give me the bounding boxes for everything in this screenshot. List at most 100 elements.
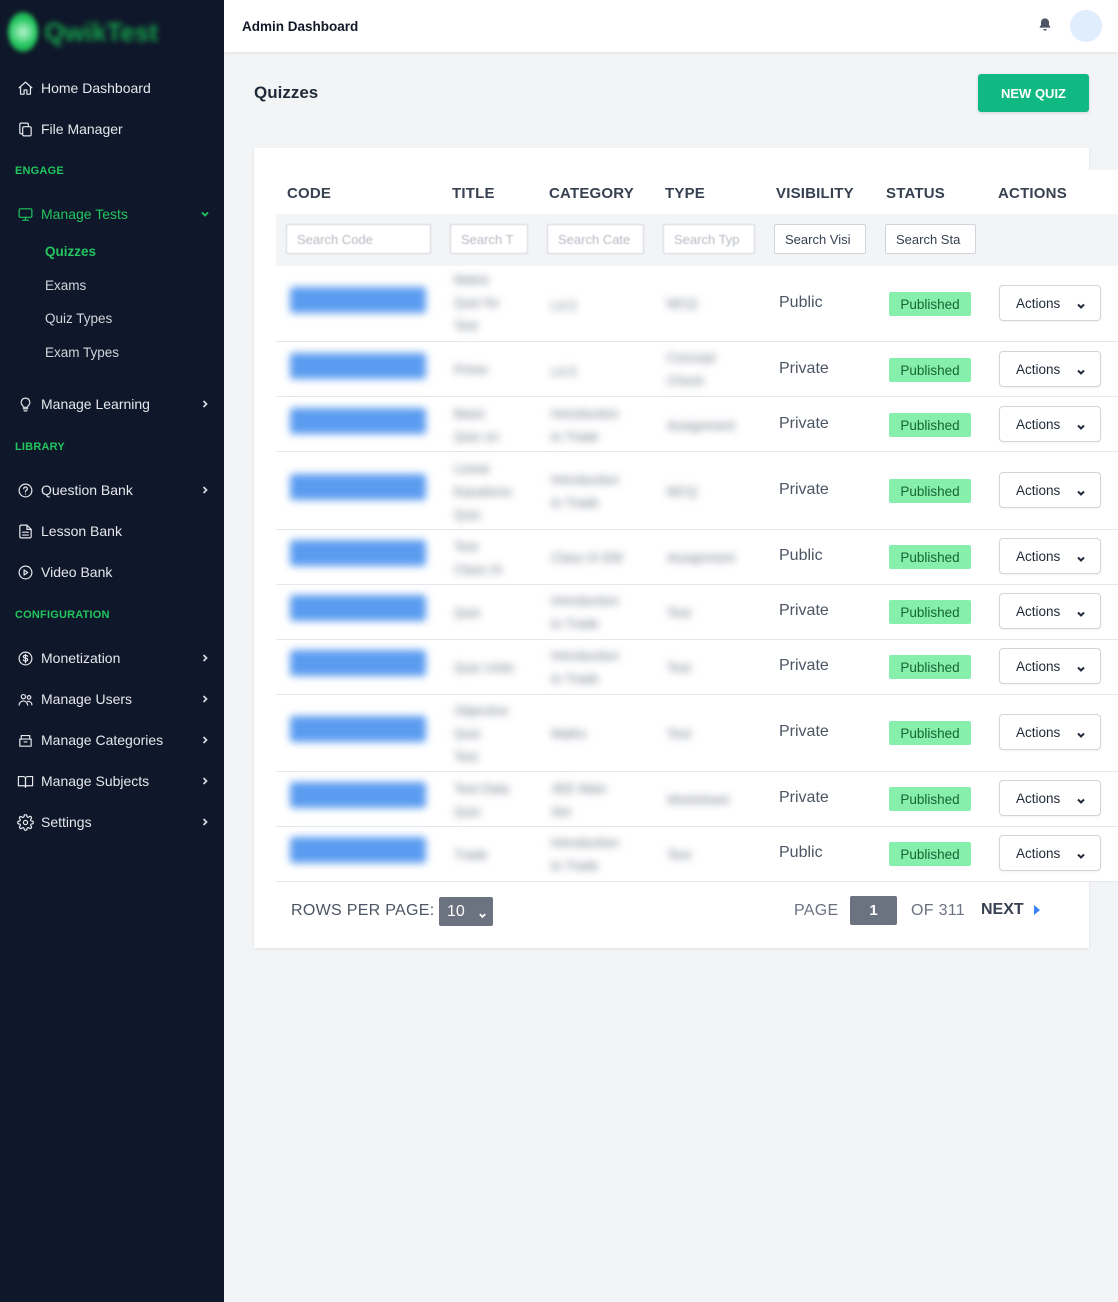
quiz-category-cell: Introduction to Trade [551,406,619,444]
actions-dropdown[interactable]: Actions [999,538,1101,574]
rows-per-page-value: 10 [447,902,465,920]
bell-icon[interactable] [1037,17,1055,35]
nav-manage-tests[interactable]: Manage Tests [16,203,210,225]
nav-home-dashboard[interactable]: Home Dashboard [16,77,210,99]
sub-nav-exam-types[interactable]: Exam Types [45,345,119,360]
status-badge: Published [889,413,971,437]
actions-dropdown[interactable]: Actions [999,406,1101,442]
quiz-title-cell: Trade [454,847,488,862]
column-header-visibility[interactable]: VISIBILITY [776,185,854,202]
nav-label: Settings [41,814,92,830]
visibility-cell: Private [779,602,829,619]
column-header-title[interactable]: TITLE [452,185,495,202]
quiz-title-cell: Prime [454,362,488,377]
sub-nav-quizzes[interactable]: Quizzes [45,244,96,259]
status-badge: Published [889,842,971,866]
visibility-cell: Public [779,547,823,564]
quiz-code-cell[interactable] [290,474,426,500]
nav-lesson-bank[interactable]: Lesson Bank [16,520,210,542]
actions-dropdown[interactable]: Actions [999,472,1101,508]
actions-label: Actions [1016,790,1061,806]
section-engage: ENGAGE [15,165,64,177]
chevron-right-icon [200,653,210,663]
nav-label: File Manager [41,121,123,137]
rows-per-page-label: ROWS PER PAGE: [291,902,435,919]
actions-dropdown[interactable]: Actions [999,285,1101,321]
chevron-down-icon [1076,728,1086,738]
quiz-title-cell: Quiz Units [454,660,514,675]
quiz-category-cell: L4.5 [551,364,577,379]
rows-per-page-select[interactable]: 10 [439,897,493,926]
actions-label: Actions [1016,482,1061,498]
nav-settings[interactable]: Settings [16,811,210,833]
nav-label: Manage Tests [41,206,128,222]
quiz-code-cell[interactable] [290,716,426,742]
nav-manage-subjects[interactable]: Manage Subjects [16,770,210,792]
row-divider [276,396,1118,397]
search-category-input[interactable] [547,224,644,254]
quiz-code-cell[interactable] [290,287,426,313]
column-header-actions: ACTIONS [998,185,1067,202]
search-title-input[interactable] [450,224,528,254]
status-badge: Published [889,292,971,316]
new-quiz-button[interactable]: NEW QUIZ [978,74,1089,112]
nav-label: Manage Subjects [41,773,150,789]
search-type-input[interactable] [663,224,755,254]
nav-video-bank[interactable]: Video Bank [16,561,210,583]
quiz-code-cell[interactable] [290,650,426,676]
next-page-button[interactable]: NEXT [981,901,1040,919]
quiz-code-cell[interactable] [290,540,426,566]
quiz-category-cell: Maths [551,726,587,741]
nav-question-bank[interactable]: Question Bank [16,479,210,501]
actions-dropdown[interactable]: Actions [999,714,1101,750]
chevron-down-icon [1076,486,1086,496]
search-visibility-input[interactable] [774,224,866,254]
actions-dropdown[interactable]: Actions [999,351,1101,387]
row-divider [276,771,1118,772]
nav-file-manager[interactable]: File Manager [16,118,210,140]
next-label: NEXT [981,901,1024,918]
top-bar: Admin Dashboard [224,0,1118,52]
visibility-cell: Private [779,415,829,432]
actions-dropdown[interactable]: Actions [999,593,1101,629]
quiz-type-cell: Test [667,726,691,741]
nav-manage-users[interactable]: Manage Users [16,688,210,710]
topbar-title: Admin Dashboard [242,19,359,34]
quiz-code-cell[interactable] [290,837,426,863]
quiz-code-cell[interactable] [290,408,426,434]
quiz-code-cell[interactable] [290,782,426,808]
nav-manage-learning[interactable]: Manage Learning [16,393,210,415]
quiz-code-cell[interactable] [290,353,426,379]
app-logo[interactable]: QwikTest [8,10,158,54]
quiz-category-cell: Introduction to Trade [551,835,619,873]
quiz-title-cell: Test Class IX [454,539,503,577]
users-icon [16,690,34,708]
row-divider [276,639,1118,640]
quiz-title-cell: Matrix Quiz for Test [454,272,500,333]
sub-nav-exams[interactable]: Exams [45,278,86,293]
row-divider [276,584,1118,585]
actions-dropdown[interactable]: Actions [999,648,1101,684]
row-divider [276,451,1118,452]
user-avatar[interactable] [1070,10,1102,42]
visibility-cell: Private [779,360,829,377]
current-page-input[interactable]: 1 [850,896,897,925]
quiz-category-cell: JEE Main Set [551,781,607,819]
sub-nav-quiz-types[interactable]: Quiz Types [45,311,112,326]
quiz-code-cell[interactable] [290,595,426,621]
nav-label: Lesson Bank [41,523,122,539]
nav-manage-categories[interactable]: Manage Categories [16,729,210,751]
actions-label: Actions [1016,416,1061,432]
actions-dropdown[interactable]: Actions [999,780,1101,816]
logo-text: QwikTest [44,16,158,47]
nav-monetization[interactable]: Monetization [16,647,210,669]
column-header-status[interactable]: STATUS [886,185,945,202]
column-header-code[interactable]: CODE [287,185,331,202]
status-badge: Published [889,721,971,745]
search-code-input[interactable] [286,224,431,254]
column-header-type[interactable]: TYPE [665,185,705,202]
search-status-input[interactable] [885,224,976,254]
column-header-category[interactable]: CATEGORY [549,185,634,202]
chevron-down-icon [1076,607,1086,617]
actions-dropdown[interactable]: Actions [999,835,1101,871]
